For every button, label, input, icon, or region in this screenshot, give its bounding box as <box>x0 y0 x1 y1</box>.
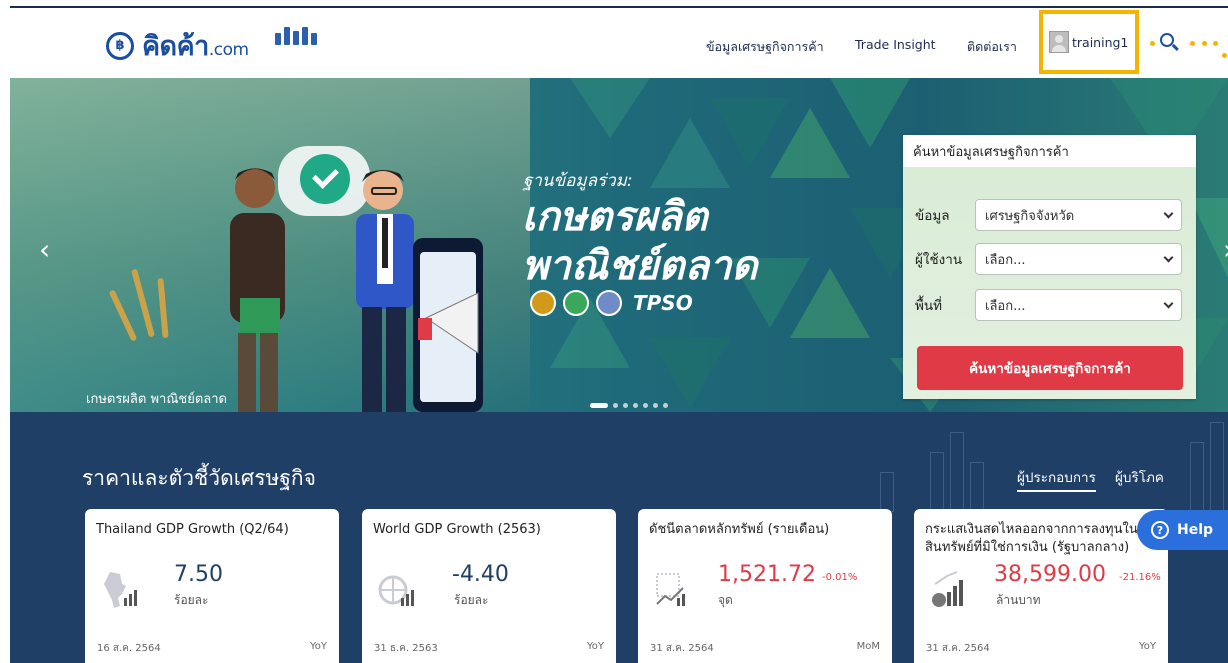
highlight-dot <box>1190 41 1195 46</box>
nav-trade-economics[interactable]: ข้อมูลเศรษฐกิจการค้า <box>706 37 824 57</box>
partner-seal-icon <box>563 290 589 316</box>
chevron-down-icon <box>1163 208 1174 218</box>
card-date: 16 ส.ค. 2564 <box>97 643 161 654</box>
card-title: World GDP Growth (2563) <box>373 522 541 537</box>
card-date: 31 ธ.ค. 2563 <box>374 643 438 654</box>
search-icon[interactable] <box>1160 33 1180 53</box>
indicator-card[interactable]: ดัชนีตลาดหลักทรัพย์ (รายเดือน) 1,521.72 … <box>638 509 892 663</box>
carousel-dot[interactable] <box>663 403 668 408</box>
data-select[interactable]: เศรษฐกิจจังหวัด <box>975 199 1182 231</box>
card-period: YoY <box>1138 641 1156 652</box>
chevron-left-icon[interactable]: ‹ <box>39 233 50 266</box>
logo-lightbulb-icon: ฿ <box>106 31 134 60</box>
carousel-dot[interactable] <box>613 403 618 408</box>
banner-caption: เกษตรผลิต พาณิชย์ตลาด <box>86 392 227 407</box>
field-row-area: พื้นที่ เลือก... <box>915 289 1182 321</box>
banner-title-line2: พาณิชย์ตลาด <box>522 243 758 289</box>
card-title: กระแสเงินสดไหลออกจากการลงทุนในสินทรัพย์ท… <box>925 522 1138 555</box>
tab-entrepreneur[interactable]: ผู้ประกอบการ <box>1017 466 1096 492</box>
carousel-dot[interactable] <box>653 403 658 408</box>
field-label: ข้อมูล <box>915 208 950 224</box>
field-label: พื้นที่ <box>915 298 943 314</box>
site-logo[interactable]: ฿ คิดค้า.com <box>106 24 249 67</box>
phone-megaphone-illustration <box>413 238 483 412</box>
search-panel-body: ข้อมูล เศรษฐกิจจังหวัด ผู้ใช้งาน เลือก..… <box>903 167 1196 399</box>
card-period: MoM <box>856 641 880 652</box>
card-date: 31 ส.ค. 2564 <box>926 643 990 654</box>
card-unit: จุด <box>718 593 733 607</box>
chevron-down-icon <box>1163 252 1174 262</box>
card-value: 1,521.72 <box>718 562 816 587</box>
partner-seal-icon <box>596 290 622 316</box>
nav-trade-insight[interactable]: Trade Insight <box>855 37 936 52</box>
highlight-dot <box>1150 41 1155 46</box>
trade-search-panel: ค้นหาข้อมูลเศรษฐกิจการค้า ข้อมูล เศรษฐกิ… <box>903 135 1196 399</box>
card-title: Thailand GDP Growth (Q2/64) <box>96 522 289 537</box>
section-title: ราคาและตัวชี้วัดเศรษฐกิจ <box>82 466 316 490</box>
card-value: -4.40 <box>452 562 509 587</box>
area-select[interactable]: เลือก... <box>975 289 1182 321</box>
stock-chart-icon <box>656 573 685 606</box>
money-growth-icon <box>932 571 963 607</box>
card-period: YoY <box>586 641 604 652</box>
user-type-select[interactable]: เลือก... <box>975 243 1182 275</box>
card-change: -21.16% <box>1119 572 1161 583</box>
field-label: ผู้ใช้งาน <box>915 252 963 268</box>
nav-contact[interactable]: ติดต่อเรา <box>967 37 1017 57</box>
card-value: 38,599.00 <box>994 562 1106 587</box>
logo-text: คิดค้า.com <box>142 31 249 62</box>
site-header: ฿ คิดค้า.com ข้อมูลเศรษฐกิจการค้า Trade … <box>0 0 1228 78</box>
card-unit: ร้อยละ <box>454 593 489 607</box>
thailand-map-chart-icon <box>104 572 137 608</box>
indicator-card[interactable]: Thailand GDP Growth (Q2/64) 7.50 ร้อยละ … <box>85 509 339 663</box>
carousel-indicators <box>590 403 668 408</box>
ministry-logo-icon <box>275 27 317 45</box>
carousel-dot-active[interactable] <box>590 403 608 408</box>
card-unit: ร้อยละ <box>174 593 209 607</box>
highlight-dot <box>1213 41 1218 46</box>
partner-logos: TPSO <box>530 290 693 316</box>
card-period: YoY <box>309 641 327 652</box>
search-panel-heading: ค้นหาข้อมูลเศรษฐกิจการค้า <box>903 135 1196 167</box>
card-value: 7.50 <box>174 562 223 587</box>
farmer-illustration <box>230 168 285 412</box>
indicator-card[interactable]: กระแสเงินสดไหลออกจากการลงทุนในสินทรัพย์ท… <box>914 509 1168 663</box>
indicator-card[interactable]: World GDP Growth (2563) -4.40 ร้อยละ 31 … <box>362 509 616 663</box>
chevron-down-icon <box>1163 298 1174 308</box>
user-menu[interactable]: training1 <box>1039 10 1139 74</box>
avatar <box>1049 31 1069 53</box>
help-button[interactable]: ? Help <box>1137 510 1228 550</box>
highlight-dot <box>1222 53 1227 58</box>
search-submit-button[interactable]: ค้นหาข้อมูลเศรษฐกิจการค้า <box>917 346 1183 390</box>
carousel-dot[interactable] <box>633 403 638 408</box>
field-row-data: ข้อมูล เศรษฐกิจจังหวัด <box>915 199 1182 231</box>
tpso-logo: TPSO <box>633 291 693 315</box>
chevron-right-icon[interactable]: › <box>1223 233 1228 266</box>
field-row-user: ผู้ใช้งาน เลือก... <box>915 243 1182 275</box>
tab-consumer[interactable]: ผู้บริโภค <box>1115 466 1164 488</box>
card-unit: ล้านบาท <box>996 593 1041 607</box>
carousel-dot[interactable] <box>623 403 628 408</box>
help-question-icon: ? <box>1151 521 1169 539</box>
card-title: ดัชนีตลาดหลักทรัพย์ (รายเดือน) <box>649 522 830 537</box>
partner-seal-icon <box>530 290 556 316</box>
card-change: -0.01% <box>822 572 858 583</box>
card-date: 31 ส.ค. 2564 <box>650 643 714 654</box>
globe-chart-icon <box>378 575 414 606</box>
user-name: training1 <box>1072 34 1129 50</box>
carousel-dot[interactable] <box>643 403 648 408</box>
economic-indicators-section: ราคาและตัวชี้วัดเศรษฐกิจ ผู้ประกอบการ ผู… <box>10 412 1228 663</box>
highlight-dot <box>1202 41 1207 46</box>
header-top-line <box>10 6 1228 8</box>
